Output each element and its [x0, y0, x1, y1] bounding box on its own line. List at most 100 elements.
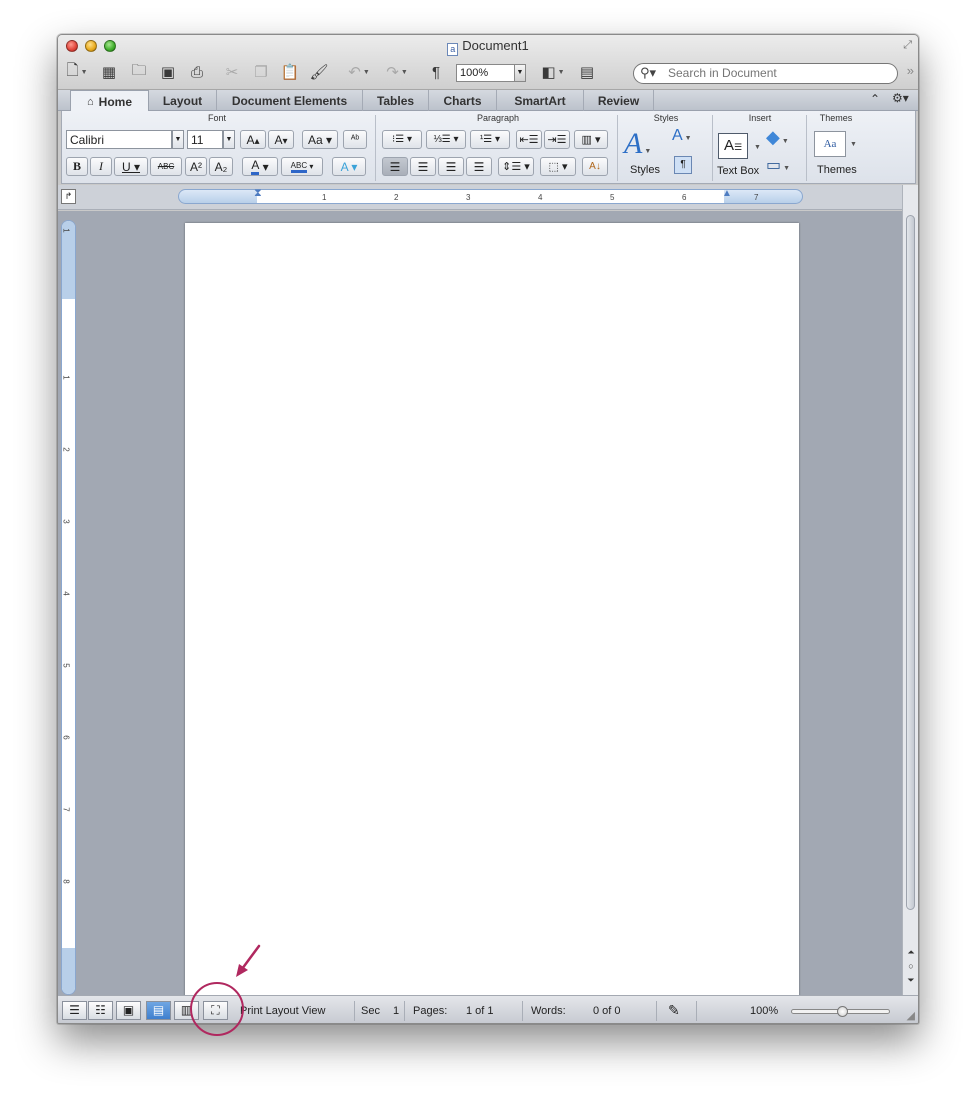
print-layout-view-button[interactable]: ▤ [146, 1001, 171, 1020]
multilevel-list-button[interactable]: ¹☰ ▾ [470, 130, 510, 149]
right-indent-marker[interactable]: ▲ [722, 188, 732, 199]
sort-button[interactable]: A↓ [582, 157, 608, 176]
justify-icon: ☰ [473, 159, 485, 174]
align-center-button[interactable]: ☰ [410, 157, 436, 176]
templates-button[interactable]: ▦ [98, 61, 120, 83]
font-size-dropdown[interactable]: ▼ [223, 130, 235, 149]
status-separator [696, 1001, 697, 1021]
first-line-indent-marker[interactable]: ⧗ [254, 187, 262, 200]
publishing-layout-view-button[interactable]: ▣ [116, 1001, 141, 1020]
sidebar-button[interactable]: ◧ ▼ [536, 61, 570, 83]
clear-formatting-button[interactable]: ᴬᵇ [343, 130, 367, 149]
copy-button[interactable]: ❐ [250, 61, 272, 83]
chevron-down-icon: ▼ [684, 135, 692, 142]
tab-smartart[interactable]: SmartArt [497, 90, 584, 111]
next-page-button[interactable]: ⏷ [905, 975, 917, 988]
save-button[interactable]: ▣ [157, 61, 179, 83]
superscript-button[interactable]: A² [185, 157, 207, 176]
zoom-dropdown-button[interactable]: ▼ [514, 64, 526, 82]
scrollbar-thumb[interactable] [906, 215, 915, 910]
font-size-field[interactable]: 11 [187, 130, 223, 149]
picture-button[interactable]: ▭ ▼ [766, 155, 790, 175]
font-name-field[interactable]: Calibri [66, 130, 172, 149]
align-left-button[interactable]: ☰ [382, 157, 408, 176]
zoom-slider[interactable] [791, 1006, 890, 1017]
change-styles-button[interactable]: A ▼ [672, 127, 692, 145]
subscript-button[interactable]: A₂ [209, 157, 233, 176]
browse-object-button[interactable]: ○ [905, 961, 917, 974]
tab-layout[interactable]: Layout [149, 90, 217, 111]
highlight-button[interactable]: ABC ▾ [281, 157, 323, 176]
resize-grip-icon[interactable]: ◢ [907, 1009, 915, 1022]
document-page[interactable] [185, 223, 799, 997]
zoom-field[interactable]: 100% [456, 64, 516, 82]
previous-page-button[interactable]: ⏶ [905, 947, 917, 960]
align-right-button[interactable]: ☰ [438, 157, 464, 176]
decrease-indent-button[interactable]: ⇤☰ [516, 130, 542, 149]
vertical-scrollbar[interactable]: ⏶ ○ ⏷ [902, 185, 918, 995]
zoom-slider-thumb[interactable] [837, 1006, 848, 1017]
borders-button[interactable]: ⬚ ▾ [540, 157, 576, 176]
ruler-tick: 1 [61, 375, 71, 380]
fullscreen-icon[interactable]: ⤢ [903, 39, 912, 52]
draft-view-button[interactable]: ☰ [62, 1001, 87, 1020]
tab-tables[interactable]: Tables [363, 90, 429, 111]
vertical-ruler-bottom-margin [62, 948, 75, 994]
styles-pane-button[interactable]: ¶ [674, 156, 692, 174]
tab-home[interactable]: ⌂ Home [70, 90, 149, 112]
themes-button[interactable]: Aa [814, 131, 846, 157]
bullets-button[interactable]: ⁝☰ ▾ [382, 130, 422, 149]
undo-button[interactable]: ↶ ▼ [342, 61, 376, 83]
tab-document-elements[interactable]: Document Elements [217, 90, 363, 111]
media-browser-button[interactable]: ▤ [576, 61, 598, 83]
tab-charts-label: Charts [443, 93, 482, 108]
font-group-title: Font [207, 113, 226, 123]
section-label: Sec [361, 1005, 380, 1017]
styles-gallery-button[interactable]: A ▼ [624, 127, 664, 167]
document-workspace: 1 1 2 3 4 5 6 7 8 [58, 211, 904, 997]
tab-review[interactable]: Review [584, 90, 654, 111]
grow-font-button[interactable]: A▴ [240, 130, 266, 149]
underline-button[interactable]: U ▾ [114, 157, 148, 176]
paintbrush-icon: 🖌 [309, 64, 329, 81]
change-case-button[interactable]: Aa ▾ [302, 130, 338, 149]
toolbar-overflow-icon[interactable]: » [907, 63, 914, 78]
columns-button[interactable]: ▥ ▾ [574, 130, 608, 149]
ribbon-settings-gear-icon[interactable]: ⚙▾ [892, 91, 909, 105]
numbering-button[interactable]: ⅓☰ ▾ [426, 130, 466, 149]
text-box-dropdown-icon[interactable]: ▼ [754, 144, 761, 151]
outline-view-button[interactable]: ☷ [88, 1001, 113, 1020]
tab-stop-selector[interactable]: ↱ [61, 189, 76, 204]
font-color-button[interactable]: A ▾ [242, 157, 278, 176]
tab-charts[interactable]: Charts [429, 90, 497, 111]
vertical-ruler[interactable]: 1 1 2 3 4 5 6 7 8 [61, 220, 76, 995]
increase-indent-button[interactable]: ⇥☰ [544, 130, 570, 149]
redo-button[interactable]: ↷ ▼ [380, 61, 414, 83]
proofing-status-icon[interactable]: ✎ [668, 1002, 680, 1019]
search-icon: ⚲▾ [640, 65, 657, 80]
search-input[interactable] [668, 66, 888, 80]
text-box-button[interactable]: A☰ [718, 133, 748, 159]
paste-button[interactable]: 📋 [279, 61, 301, 83]
bold-button[interactable]: B [66, 157, 88, 176]
search-field[interactable]: ⚲▾ [633, 63, 898, 84]
collapse-ribbon-icon[interactable]: ⌃ [870, 92, 880, 106]
numbered-list-icon: ⅓☰ ▾ [433, 134, 459, 145]
themes-dropdown-icon[interactable]: ▼ [850, 141, 857, 148]
show-formatting-button[interactable]: ¶ [426, 61, 446, 83]
chevron-down-icon: ▼ [225, 136, 233, 143]
line-spacing-button[interactable]: ⇕☰ ▾ [498, 157, 534, 176]
cut-button[interactable]: ✂ [221, 61, 243, 83]
new-document-button[interactable]: 🗋 ▼ [62, 61, 92, 83]
format-painter-button[interactable]: 🖌 [308, 61, 330, 83]
shrink-font-button[interactable]: A▾ [268, 130, 294, 149]
print-button[interactable]: ⎙ [186, 61, 208, 83]
horizontal-ruler[interactable]: 1 2 3 4 5 6 7 [178, 189, 803, 204]
strikethrough-button[interactable]: ABC [150, 157, 182, 176]
font-name-dropdown[interactable]: ▼ [172, 130, 184, 149]
italic-button[interactable]: I [90, 157, 112, 176]
text-effects-button[interactable]: A ▾ [332, 157, 366, 176]
shape-button[interactable]: ◆ ▼ [766, 127, 789, 148]
open-button[interactable]: 🗀 [128, 61, 150, 83]
justify-button[interactable]: ☰ [466, 157, 492, 176]
